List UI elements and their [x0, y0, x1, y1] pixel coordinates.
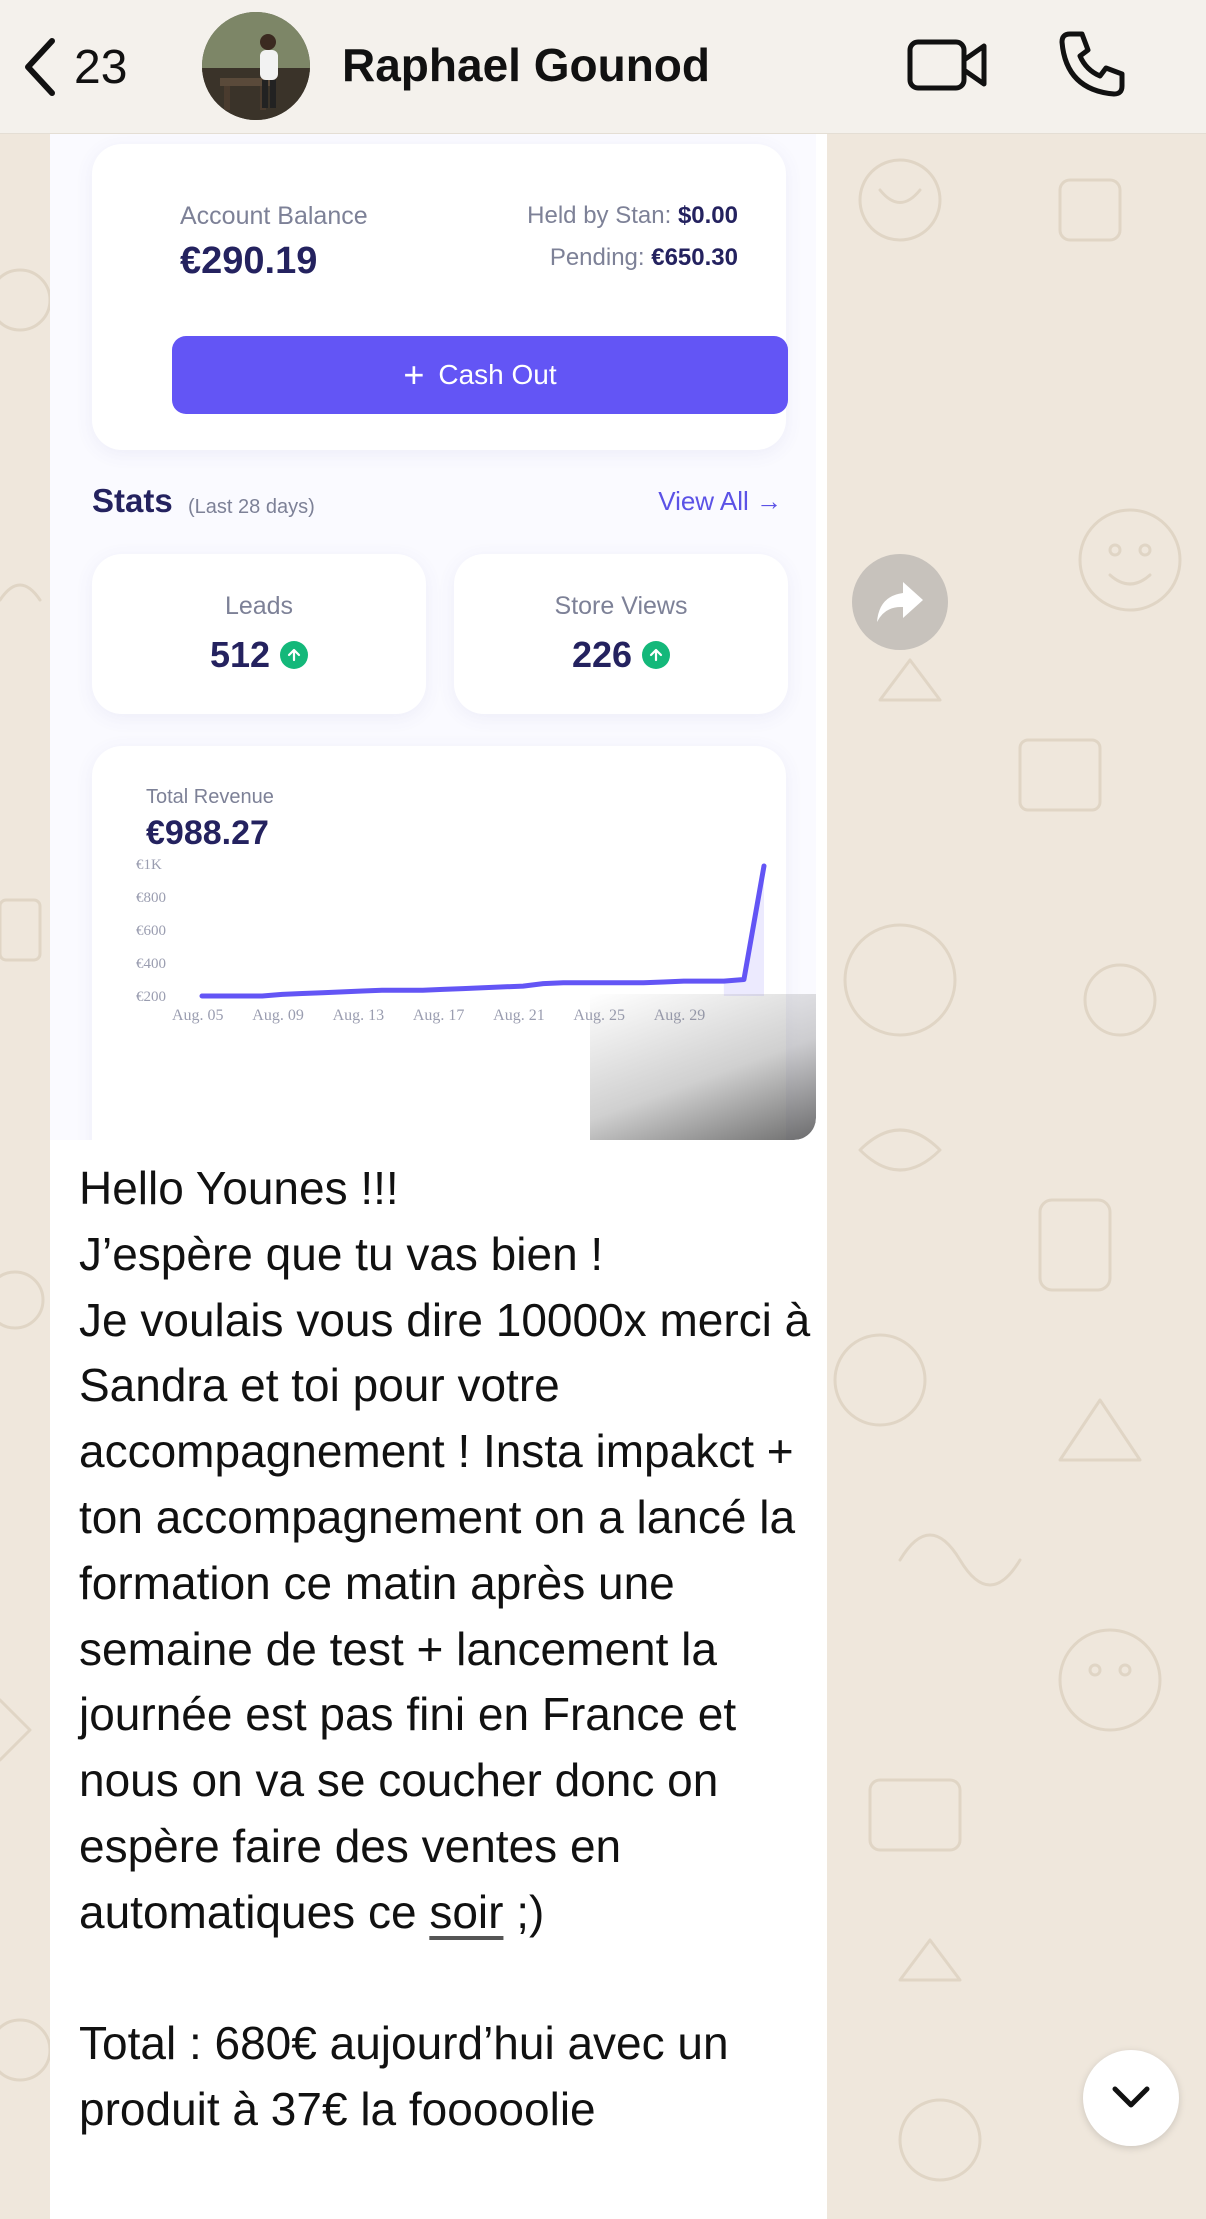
chevron-down-icon [1112, 2086, 1150, 2108]
stats-title: Stats [92, 482, 173, 519]
scroll-to-bottom-button[interactable] [1083, 2050, 1179, 2146]
message-line-1: Hello Younes !!! [79, 1162, 399, 1214]
x-tick-label: Aug. 09 [252, 1007, 304, 1024]
back-button[interactable]: 23 [20, 32, 160, 102]
leads-card: Leads 512 [92, 554, 426, 714]
held-row: Held by Stan: $0.00 [527, 202, 738, 230]
contact-name[interactable]: Raphael Gounod [342, 38, 710, 92]
arrow-up-icon [642, 641, 671, 669]
chat-header: 23 Raphael Gounod [0, 0, 1206, 134]
leads-value: 512 [209, 634, 271, 675]
avatar-photo [202, 12, 310, 120]
cash-out-button: + Cash Out [172, 336, 788, 414]
stats-range: (Last 28 days) [188, 496, 315, 518]
held-value: $0.00 [677, 202, 738, 229]
y-tick-label: €1K [136, 857, 162, 873]
message-link-word[interactable]: soir [429, 1886, 503, 1938]
revenue-line [199, 863, 767, 999]
x-tick-label: Aug. 05 [172, 1007, 224, 1024]
account-balance-label: Account Balance [180, 202, 368, 230]
message-body: Je voulais vous dire 10000x merci à Sand… [79, 1293, 824, 1938]
message-bubble[interactable]: Account Balance €290.19 Held by Stan: $0… [50, 134, 827, 2219]
y-tick-label: €800 [136, 890, 166, 906]
x-tick-label: Aug. 21 [493, 1007, 545, 1024]
store-views-label: Store Views [554, 592, 688, 620]
held-label: Held by Stan: [527, 202, 672, 229]
back-chevron-icon [25, 38, 55, 96]
store-views-card: Store Views 226 [454, 554, 788, 714]
voice-call-button[interactable] [1056, 28, 1128, 100]
shared-screenshot[interactable]: Account Balance €290.19 Held by Stan: $0… [50, 134, 816, 1140]
store-views-value: 226 [571, 634, 633, 675]
pending-label: Pending: [549, 244, 645, 271]
pending-value: €650.30 [651, 244, 738, 271]
store-views-value-row: 226 [454, 634, 788, 676]
leads-label: Leads [224, 592, 294, 620]
message-line-2: J’espère que tu vas bien ! [79, 1227, 604, 1280]
arrow-up-icon [280, 641, 309, 669]
message-after-link: ;) [503, 1885, 545, 1938]
phone-icon [1059, 31, 1125, 97]
leads-value-row: 512 [92, 634, 426, 676]
balance-card: Account Balance €290.19 Held by Stan: $0… [92, 144, 788, 450]
unread-count: 23 [74, 40, 128, 94]
message-total-line: Total : 680€ aujourd’hui avec un produit… [79, 2017, 742, 2136]
cash-out-label: Cash Out [438, 359, 557, 390]
message-text: Hello Younes !!! J’espère que tu vas bie… [79, 1156, 819, 2143]
x-tick-label: Aug. 17 [413, 1007, 465, 1024]
plus-icon: + [403, 354, 425, 395]
x-tick-label: Aug. 13 [333, 1007, 385, 1024]
video-call-button[interactable] [906, 30, 990, 100]
y-tick-label: €600 [136, 923, 166, 939]
forward-button[interactable] [852, 554, 948, 650]
y-tick-label: €400 [136, 956, 166, 972]
avatar[interactable] [202, 12, 310, 120]
view-all-link: View All → [658, 486, 782, 516]
account-balance-value: €290.19 [180, 240, 318, 282]
video-call-icon [907, 39, 987, 91]
pending-row: Pending: €650.30 [550, 244, 738, 272]
y-tick-label: €200 [136, 989, 166, 1005]
forward-icon [877, 582, 923, 622]
screenshot-edge-shadow [590, 994, 816, 1140]
